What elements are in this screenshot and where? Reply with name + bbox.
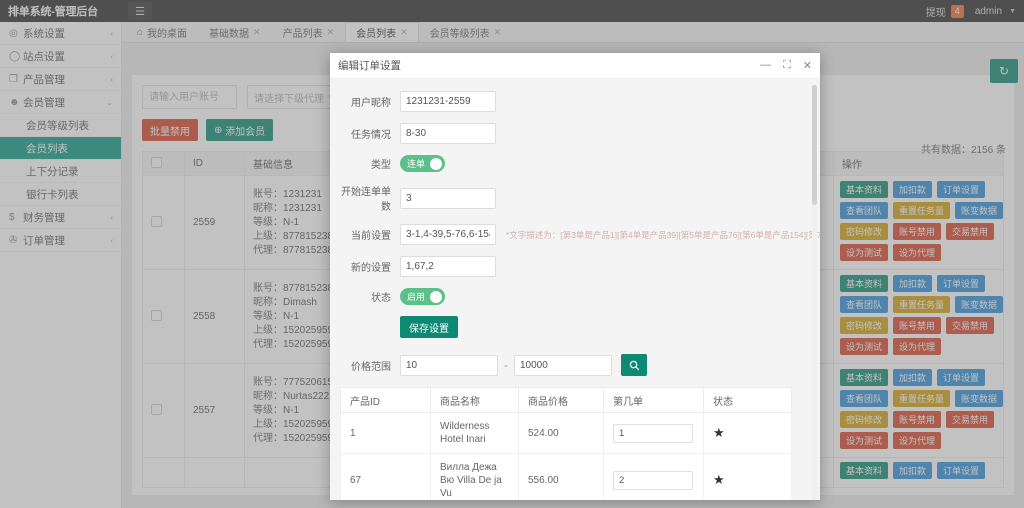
column-product-id: 产品ID — [340, 387, 431, 413]
search-icon[interactable] — [621, 354, 647, 376]
price-max-input[interactable] — [514, 354, 612, 376]
current-setting-input[interactable] — [400, 224, 496, 245]
type-toggle-label: 连单 — [407, 159, 426, 169]
price-range-label: 价格范围 — [351, 361, 391, 373]
field-new-row: 新的设置 — [340, 256, 810, 277]
status-toggle[interactable]: 启用 — [400, 288, 446, 305]
current-label: 当前设置 — [351, 231, 391, 242]
column-status: 状态 — [703, 387, 792, 413]
minimize-icon[interactable]: — — [760, 59, 771, 72]
field-status-row: 状态 启用 — [340, 288, 810, 305]
modal-title: 编辑订单设置 — [338, 60, 401, 72]
order-number-input[interactable] — [613, 471, 693, 490]
task-input[interactable] — [400, 123, 496, 144]
column-product-name: 商品名称 — [430, 387, 519, 413]
modal-body: 用户昵称 任务情况 类型 连单 开始连单单数 当前设置 *文字描述为：[ — [330, 79, 820, 500]
field-current-row: 当前设置 *文字描述为：[第3单是产品1][第4单是产品39][第5单是产品76… — [340, 224, 820, 245]
price-range-row: 价格范围 - — [340, 354, 810, 376]
product-name: Wilderness Hotel Inari — [430, 412, 519, 454]
toggle-knob — [430, 157, 443, 170]
modal-header: 编辑订单设置 — ⛶ ✕ — [330, 53, 820, 79]
field-start-row: 开始连单单数 — [340, 183, 810, 213]
toggle-knob — [430, 290, 443, 303]
new-label: 新的设置 — [351, 263, 391, 274]
column-product-price: 商品价格 — [518, 387, 604, 413]
column-order-number: 第几单 — [603, 387, 704, 413]
price-separator: - — [504, 358, 508, 372]
status-label: 状态 — [371, 293, 391, 304]
star-filled-icon[interactable]: ★ — [713, 472, 725, 487]
field-type-row: 类型 连单 — [340, 155, 810, 172]
task-label: 任务情况 — [351, 130, 391, 141]
order-number-input[interactable] — [613, 423, 693, 443]
type-label: 类型 — [371, 160, 391, 171]
nickname-input[interactable] — [400, 91, 496, 112]
modal-scrollbar[interactable] — [812, 85, 817, 500]
star-filled-icon[interactable]: ★ — [713, 425, 725, 440]
product-table-header-row: 产品ID 商品名称 商品价格 第几单 状态 — [340, 387, 792, 413]
status-toggle-label: 启用 — [407, 292, 426, 302]
close-icon[interactable]: ✕ — [803, 59, 812, 72]
scrollbar-thumb[interactable] — [812, 85, 817, 205]
nickname-label: 用户昵称 — [351, 98, 391, 109]
save-settings-button[interactable]: 保存设置 — [400, 316, 458, 338]
order-number-cell — [603, 453, 704, 500]
field-nickname-row: 用户昵称 — [340, 91, 810, 112]
order-number-cell — [603, 412, 704, 454]
current-setting-hint: *文字描述为：[第3单是产品1][第4单是产品39][第5单是产品76][第6单… — [506, 229, 820, 240]
product-table: 产品ID 商品名称 商品价格 第几单 状态 1 Wilderness Hotel… — [340, 387, 792, 500]
type-toggle[interactable]: 连单 — [400, 155, 446, 172]
start-label: 开始连单单数 — [341, 187, 391, 213]
status-cell: ★ — [703, 412, 792, 454]
product-price: 524.00 — [518, 412, 604, 454]
status-cell: ★ — [703, 453, 792, 500]
app-root: 排单系统-管理后台 ☰ 提现 4 admin ▼ ◎ 系统设置 ‹ ◯ 站点设置… — [0, 0, 1024, 508]
product-price: 556.00 — [518, 453, 604, 500]
product-id: 67 — [340, 453, 431, 500]
new-setting-input[interactable] — [400, 256, 496, 277]
product-row: 67 Вилла Дежа Вю Villa De ja Vu 556.00 ★ — [340, 453, 792, 500]
maximize-icon[interactable]: ⛶ — [783, 59, 791, 72]
price-min-input[interactable] — [400, 354, 498, 376]
edit-order-settings-modal: 编辑订单设置 — ⛶ ✕ 用户昵称 任务情况 类型 连单 — [330, 53, 820, 500]
start-count-input[interactable] — [400, 187, 496, 209]
modal-window-controls: — ⛶ ✕ — [760, 59, 812, 72]
product-name: Вилла Дежа Вю Villa De ja Vu — [430, 453, 519, 500]
product-row: 1 Wilderness Hotel Inari 524.00 ★ — [340, 412, 792, 454]
field-task-row: 任务情况 — [340, 123, 810, 144]
save-row: 保存设置 — [340, 316, 810, 338]
product-id: 1 — [340, 412, 431, 454]
